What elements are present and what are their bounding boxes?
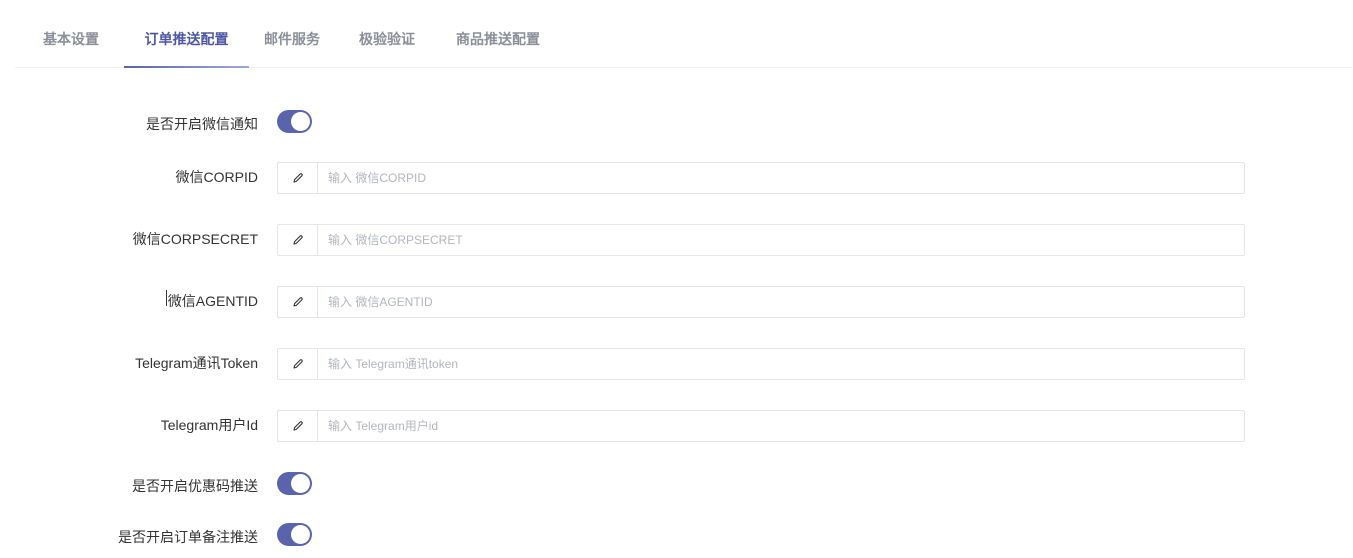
- corpid-label: 微信CORPID: [175, 169, 258, 185]
- telegram-token-row: Telegram通讯Token: [0, 348, 1353, 381]
- pencil-icon: [278, 411, 318, 441]
- tab-geetest[interactable]: 极验验证: [358, 0, 416, 67]
- coupon-push-row: 是否开启优惠码推送: [0, 472, 1353, 495]
- tab-basic-settings[interactable]: 基本设置: [42, 0, 100, 67]
- toggle-knob: [291, 525, 310, 544]
- agentid-input[interactable]: [318, 287, 1238, 317]
- telegram-userid-field: [277, 410, 1245, 442]
- coupon-push-label: 是否开启优惠码推送: [132, 478, 258, 494]
- corpid-row: 微信CORPID: [0, 162, 1353, 195]
- corpid-field: [277, 162, 1245, 194]
- corpsecret-field: [277, 224, 1245, 256]
- corpsecret-label: 微信CORPSECRET: [132, 231, 258, 247]
- agentid-label: 微信AGENTID: [167, 293, 258, 309]
- active-tab-indicator: [124, 66, 249, 68]
- telegram-userid-input[interactable]: [318, 411, 1238, 441]
- order-note-push-row: 是否开启订单备注推送: [0, 523, 1353, 546]
- agentid-field: [277, 286, 1245, 318]
- corpsecret-row: 微信CORPSECRET: [0, 224, 1353, 257]
- order-note-push-toggle[interactable]: [277, 523, 312, 546]
- corpsecret-input[interactable]: [318, 225, 1238, 255]
- telegram-token-label: Telegram通讯Token: [135, 355, 258, 371]
- pencil-icon: [278, 349, 318, 379]
- telegram-userid-row: Telegram用户Id: [0, 410, 1353, 443]
- settings-tabs: 基本设置 订单推送配置 邮件服务 极验验证 商品推送配置: [15, 0, 1352, 68]
- wechat-notify-toggle[interactable]: [277, 110, 312, 133]
- tab-mail-service[interactable]: 邮件服务: [263, 0, 321, 67]
- tab-order-push-config[interactable]: 订单推送配置: [124, 0, 249, 67]
- telegram-token-field: [277, 348, 1245, 380]
- pencil-icon: [278, 287, 318, 317]
- pencil-icon: [278, 225, 318, 255]
- wechat-notify-label: 是否开启微信通知: [146, 116, 258, 132]
- agentid-row: 微信AGENTID: [0, 286, 1353, 319]
- corpid-input[interactable]: [318, 163, 1238, 193]
- order-note-push-label: 是否开启订单备注推送: [118, 529, 258, 545]
- pencil-icon: [278, 163, 318, 193]
- tab-product-push-config[interactable]: 商品推送配置: [453, 0, 543, 67]
- coupon-push-toggle[interactable]: [277, 472, 312, 495]
- toggle-knob: [291, 474, 310, 493]
- toggle-knob: [291, 112, 310, 131]
- telegram-token-input[interactable]: [318, 349, 1238, 379]
- telegram-userid-label: Telegram用户Id: [160, 417, 258, 433]
- wechat-notify-row: 是否开启微信通知: [0, 110, 1353, 133]
